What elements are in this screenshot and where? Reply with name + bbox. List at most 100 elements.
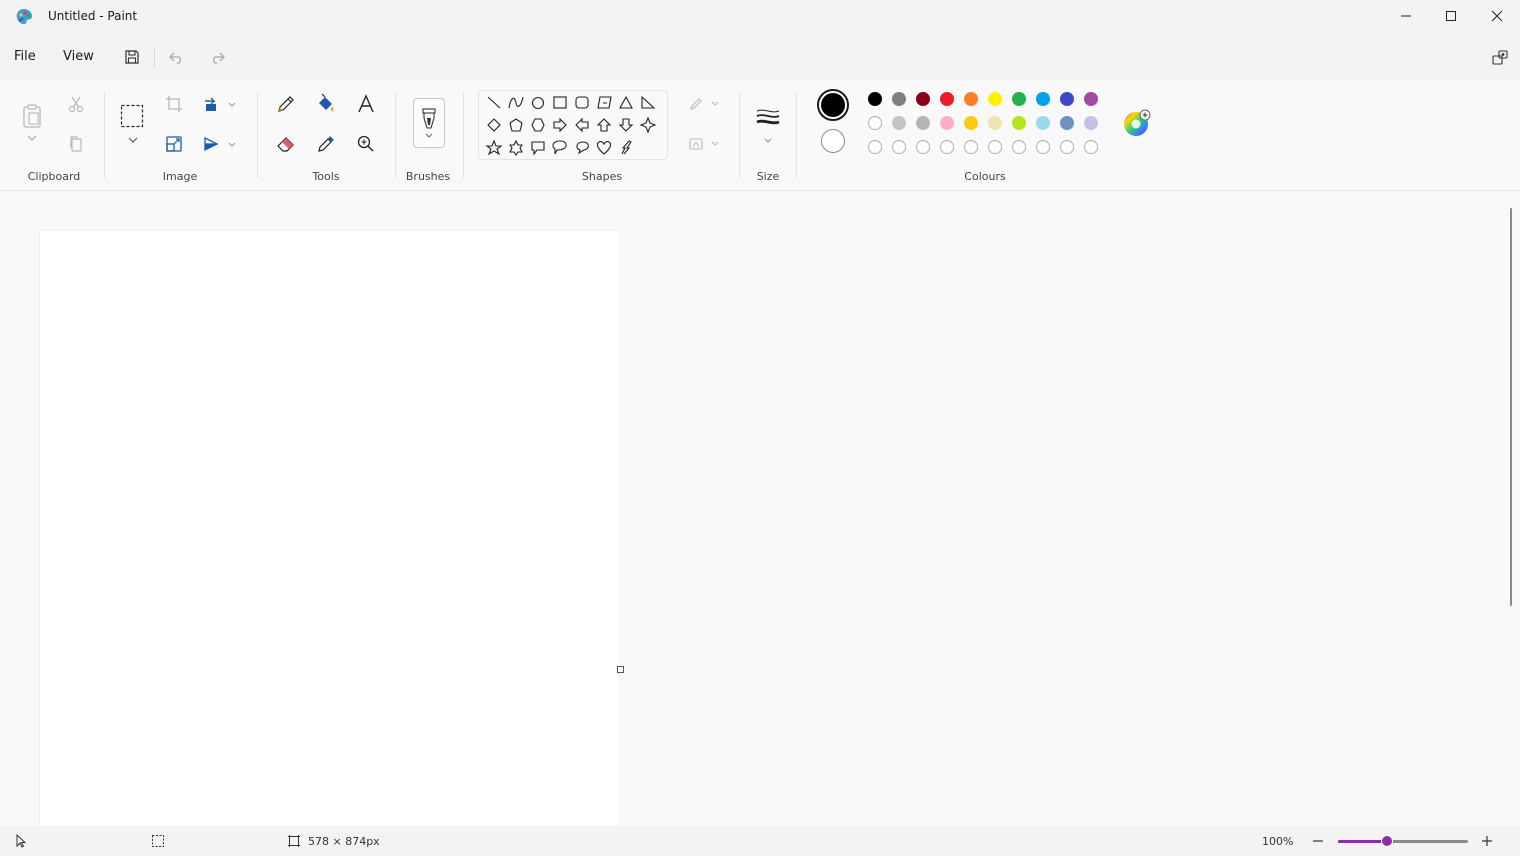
custom-colour-slot[interactable] [940,140,954,154]
brushes-button[interactable] [413,98,445,148]
paste-dropdown[interactable] [18,128,46,148]
colour-swatch[interactable] [868,92,882,106]
resize-button[interactable] [160,130,188,158]
colour-swatch[interactable] [1036,116,1050,130]
menu-file[interactable]: File [14,49,36,64]
zoom-slider-thumb[interactable] [1381,835,1394,847]
colour-swatch[interactable] [1060,116,1074,130]
colour-swatch[interactable] [1012,116,1026,130]
rotate-dropdown[interactable] [222,90,242,118]
colour-picker-button[interactable] [312,130,340,158]
status-bar: 578 × 874px 100% [0,826,1520,856]
minimize-button[interactable] [1383,0,1429,32]
colour-swatch[interactable] [940,116,954,130]
rounded-rectangle-shape-icon[interactable] [575,96,589,109]
zoom-in-button[interactable] [1480,834,1494,848]
colour-swatch[interactable] [964,116,978,130]
rectangular-callout-shape-icon[interactable] [531,141,545,156]
four-point-star-shape-icon[interactable] [639,116,657,134]
colour-swatch[interactable] [892,116,906,130]
colour-swatch[interactable] [916,92,930,106]
polygon-shape-icon[interactable] [597,96,612,109]
zoom-level-text[interactable]: 100% [1262,835,1293,848]
pentagon-shape-icon[interactable] [509,118,523,132]
pencil-button[interactable] [272,90,300,118]
flip-dropdown[interactable] [222,130,242,158]
menu-view[interactable]: View [63,49,94,64]
canvas-resize-handle[interactable] [617,666,624,673]
colour-swatch[interactable] [1084,92,1098,106]
shape-outline-button[interactable] [683,90,723,118]
triangle-shape-icon[interactable] [619,95,633,109]
canvas-size-text: 578 × 874px [308,835,380,848]
drawing-canvas[interactable] [40,231,619,831]
custom-colour-slot[interactable] [1036,140,1050,154]
eraser-button[interactable] [272,130,300,158]
close-button[interactable] [1474,0,1520,32]
curve-shape-icon[interactable] [508,96,524,109]
cut-button[interactable] [62,90,90,118]
line-shape-icon[interactable] [487,96,501,109]
six-point-star-shape-icon[interactable] [508,139,524,156]
primary-colour-button[interactable] [817,89,849,121]
colour-swatch[interactable] [940,92,954,106]
up-arrow-shape-icon[interactable] [596,118,612,132]
colour-swatch[interactable] [964,92,978,106]
paste-button[interactable] [18,102,46,130]
rectangle-shape-icon[interactable] [553,96,567,109]
edit-colours-button[interactable] [1122,108,1152,138]
size-button[interactable] [752,100,784,150]
hexagon-shape-icon[interactable] [531,118,545,132]
custom-colour-slot[interactable] [916,140,930,154]
cloud-callout-shape-icon[interactable] [576,141,589,155]
custom-colour-slot[interactable] [964,140,978,154]
custom-colour-slot[interactable] [868,140,882,154]
colour-swatch[interactable] [916,116,930,130]
colour-swatch[interactable] [988,92,1002,106]
right-triangle-shape-icon[interactable] [641,95,656,109]
diamond-shape-icon[interactable] [487,118,501,132]
crop-button[interactable] [160,90,188,118]
share-button[interactable] [1486,44,1514,70]
select-button[interactable] [118,102,146,130]
vertical-scrollbar[interactable] [1510,208,1512,606]
pencil-icon [278,96,294,112]
group-label-tools: Tools [312,170,340,183]
magnifier-button[interactable] [352,130,380,158]
heart-shape-icon[interactable] [596,141,612,155]
maximize-button[interactable] [1428,0,1474,32]
colour-swatch[interactable] [1084,116,1098,130]
shape-fill-button[interactable] [683,130,723,158]
colour-swatch[interactable] [868,116,882,130]
oval-callout-shape-icon[interactable] [552,140,567,155]
save-button[interactable] [118,44,146,70]
right-arrow-shape-icon[interactable] [553,117,567,133]
text-button[interactable] [352,90,380,118]
colour-swatch[interactable] [1060,92,1074,106]
left-arrow-shape-icon[interactable] [575,117,589,133]
group-label-size: Size [756,170,780,183]
redo-button[interactable] [203,44,231,70]
custom-colour-slot[interactable] [1060,140,1074,154]
zoom-out-button[interactable] [1311,834,1325,848]
lightning-shape-icon[interactable] [621,140,632,155]
fill-button[interactable] [312,90,340,118]
colour-swatch[interactable] [1036,92,1050,106]
colour-swatch[interactable] [892,92,906,106]
custom-colour-slot[interactable] [892,140,906,154]
custom-colour-slot[interactable] [1084,140,1098,154]
custom-colour-slot[interactable] [1012,140,1026,154]
colour-swatch[interactable] [988,116,1002,130]
down-arrow-shape-icon[interactable] [618,118,634,132]
zoom-slider[interactable] [1338,835,1468,847]
magnifier-icon [357,135,374,152]
copy-button[interactable] [62,130,90,158]
custom-colour-slot[interactable] [988,140,1002,154]
colour-swatch[interactable] [1012,92,1026,106]
five-point-star-shape-icon[interactable] [485,139,503,156]
oval-shape-icon[interactable] [531,96,545,110]
secondary-colour-button[interactable] [821,129,845,153]
maximize-icon [1446,11,1456,21]
undo-button[interactable] [163,44,191,70]
select-dropdown[interactable] [119,130,147,150]
